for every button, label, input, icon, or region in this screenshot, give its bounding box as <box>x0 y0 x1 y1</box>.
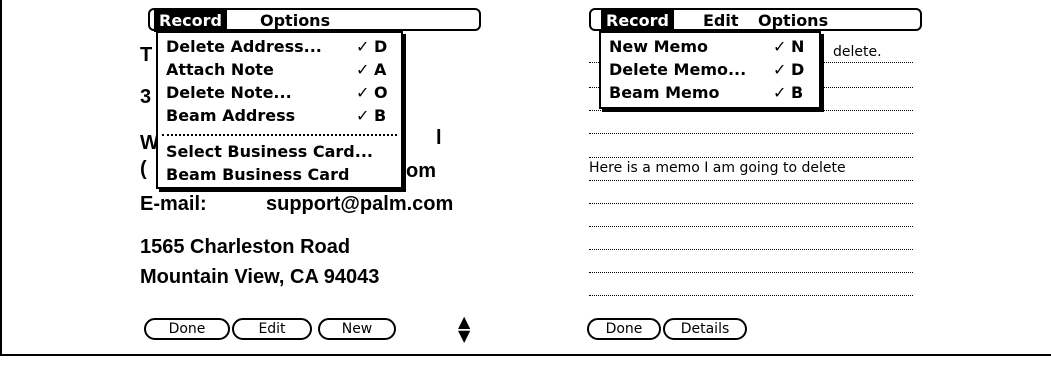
done-button[interactable]: Done <box>587 318 661 340</box>
shortcut-d: D <box>374 37 388 56</box>
memo-line <box>589 110 913 111</box>
menu-record[interactable]: Record <box>601 9 674 32</box>
record-menu-dropdown: New Memo ✓ N Delete Memo... ✓ D Beam Mem… <box>599 31 821 109</box>
menu-record[interactable]: Record <box>154 9 227 32</box>
window-bottom-edge <box>0 354 1051 356</box>
edit-button[interactable]: Edit <box>232 318 312 340</box>
menu-item-beam-address[interactable]: Beam Address <box>166 105 295 127</box>
memo-line <box>589 226 913 227</box>
shortcut-stroke-icon: ✓ <box>356 106 370 125</box>
shortcut-stroke-icon: ✓ <box>356 83 370 102</box>
card-fragment: 3 <box>140 86 152 108</box>
shortcut-a: A <box>374 60 387 79</box>
card-fragment: T <box>140 44 153 66</box>
menu-item-delete-memo[interactable]: Delete Memo... <box>609 59 746 81</box>
shortcut-stroke-icon: ✓ <box>773 37 787 56</box>
shortcut-b: B <box>374 106 387 125</box>
address-screen: T 3 W ( l om E-mail: support@palm.com 15… <box>136 0 486 344</box>
record-menu-dropdown: Delete Address... ✓ D Attach Note ✓ A De… <box>156 31 403 189</box>
shortcut-stroke-icon: ✓ <box>356 37 370 56</box>
address-line-2: Mountain View, CA 94043 <box>140 266 380 288</box>
menu-bar: Record Options <box>148 8 481 32</box>
card-fragment: ( <box>140 158 147 180</box>
menu-separator <box>162 134 397 136</box>
card-fragment: l <box>436 127 442 149</box>
memo-line <box>589 180 913 181</box>
menu-item-delete-note[interactable]: Delete Note... <box>166 82 292 104</box>
shortcut-stroke-icon: ✓ <box>356 60 370 79</box>
memo-line <box>589 295 913 296</box>
memo-line <box>589 249 913 250</box>
menu-item-attach-note[interactable]: Attach Note <box>166 59 274 81</box>
email-label: E-mail: <box>140 193 207 215</box>
menu-item-new-memo[interactable]: New Memo <box>609 36 708 58</box>
shortcut-d: D <box>791 60 805 79</box>
memo-line <box>589 157 913 158</box>
card-fragment: om <box>406 160 436 182</box>
menu-item-beam-business-card[interactable]: Beam Business Card <box>166 164 349 186</box>
shortcut-o: O <box>374 83 388 102</box>
memo-line <box>589 272 913 273</box>
shortcut-stroke-icon: ✓ <box>773 83 787 102</box>
menu-edit[interactable]: Edit <box>698 9 744 32</box>
menu-options[interactable]: Options <box>753 9 833 32</box>
menu-item-delete-address[interactable]: Delete Address... <box>166 36 322 58</box>
memo-line <box>589 133 913 134</box>
email-value: support@palm.com <box>266 193 454 215</box>
done-button[interactable]: Done <box>144 318 230 340</box>
shortcut-stroke-icon: ✓ <box>773 60 787 79</box>
address-line-1: 1565 Charleston Road <box>140 236 351 258</box>
scroll-down-icon[interactable]: ▼ <box>458 328 470 344</box>
memo-screen: delete. Here is a memo I am going to del… <box>583 0 933 340</box>
memo-line-text[interactable]: Here is a memo I am going to delete <box>589 160 846 176</box>
menu-item-select-business-card[interactable]: Select Business Card... <box>166 141 373 163</box>
menu-options[interactable]: Options <box>255 9 335 32</box>
memo-line <box>589 203 913 204</box>
memo-fragment: delete. <box>833 44 882 60</box>
menu-item-beam-memo[interactable]: Beam Memo <box>609 82 720 104</box>
details-button[interactable]: Details <box>663 318 747 340</box>
menu-bar: Record Edit Options <box>589 8 922 32</box>
window-left-edge <box>0 0 2 356</box>
shortcut-b: B <box>791 83 804 102</box>
new-button[interactable]: New <box>318 318 396 340</box>
shortcut-n: N <box>791 37 805 56</box>
